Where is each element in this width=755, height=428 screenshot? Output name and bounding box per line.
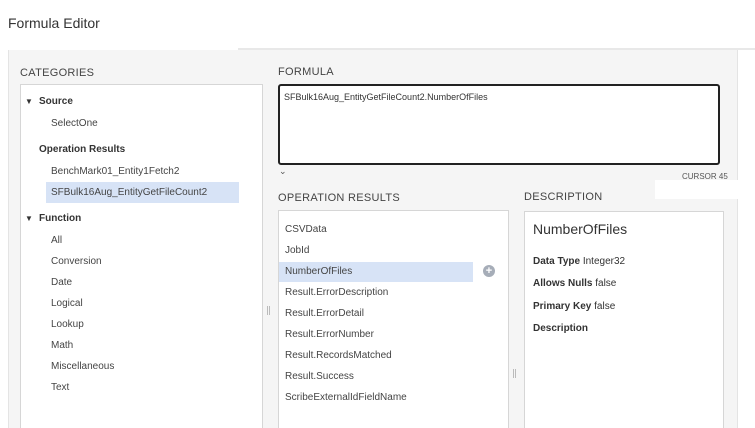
tree-item-math[interactable]: Math bbox=[51, 340, 73, 351]
list-item[interactable]: JobId bbox=[279, 241, 473, 261]
splitter-handle[interactable] bbox=[513, 369, 516, 378]
description-header: DESCRIPTION bbox=[524, 191, 603, 203]
expand-arrow-icon[interactable]: ▼ bbox=[25, 97, 39, 106]
description-label: Description bbox=[533, 323, 589, 334]
primary-key-value: false bbox=[594, 301, 616, 312]
tree-item-miscellaneous[interactable]: Miscellaneous bbox=[51, 361, 114, 372]
list-item[interactable]: ScribeExternalIdFieldName bbox=[279, 388, 473, 408]
operation-results-header: OPERATION RESULTS bbox=[278, 192, 401, 204]
tree-item-selectone[interactable]: SelectOne bbox=[51, 118, 98, 129]
primary-key-row: Primary Key false bbox=[533, 301, 615, 312]
primary-key-label: Primary Key bbox=[533, 301, 592, 312]
allows-nulls-value: false bbox=[595, 278, 617, 289]
tree-group-label: Source bbox=[39, 96, 73, 107]
tree-item-conversion[interactable]: Conversion bbox=[51, 256, 102, 267]
tree-item-logical[interactable]: Logical bbox=[51, 298, 83, 309]
tree-group-label: Function bbox=[39, 213, 82, 224]
list-item[interactable]: Result.RecordsMatched bbox=[279, 346, 473, 366]
categories-header: CATEGORIES bbox=[20, 67, 95, 79]
tree-item-lookup[interactable]: Lookup bbox=[51, 319, 84, 330]
allows-nulls-row: Allows Nulls false bbox=[533, 278, 616, 289]
tree-group-function[interactable]: ▼ Function bbox=[25, 213, 81, 224]
tree-item-benchmark01[interactable]: BenchMark01_Entity1Fetch2 bbox=[51, 166, 179, 177]
plus-circle-icon[interactable]: + bbox=[483, 265, 495, 277]
formula-editor-input[interactable]: SFBulk16Aug_EntityGetFileCount2.NumberOf… bbox=[278, 84, 720, 165]
description-row: Description bbox=[533, 323, 588, 334]
window-title: Formula Editor bbox=[8, 15, 100, 31]
tree-item-text[interactable]: Text bbox=[51, 382, 69, 393]
tree-item-sfbulk16aug[interactable]: SFBulk16Aug_EntityGetFileCount2 bbox=[46, 182, 239, 203]
tree-group-source[interactable]: ▼ Source bbox=[25, 96, 73, 107]
description-panel: NumberOfFiles Data Type Integer32 Allows… bbox=[524, 211, 724, 428]
tree-item-all[interactable]: All bbox=[51, 235, 62, 246]
list-item[interactable]: Result.Success bbox=[279, 367, 473, 387]
chevron-down-icon[interactable]: ⌄ bbox=[279, 166, 287, 177]
list-item-selected[interactable]: NumberOfFiles bbox=[279, 262, 473, 282]
data-type-label: Data Type bbox=[533, 256, 581, 267]
field-name: NumberOfFiles bbox=[533, 221, 628, 237]
data-type-row: Data Type Integer32 bbox=[533, 256, 625, 267]
splitter-handle[interactable] bbox=[267, 306, 270, 315]
list-item[interactable]: CSVData bbox=[279, 220, 473, 240]
expand-arrow-icon[interactable]: ▼ bbox=[25, 214, 39, 223]
categories-panel[interactable]: ▼ Source SelectOne Operation Results Benc… bbox=[20, 84, 263, 428]
formula-header: FORMULA bbox=[278, 66, 334, 78]
list-item[interactable]: Result.ErrorNumber bbox=[279, 325, 473, 345]
list-item[interactable]: Result.ErrorDescription bbox=[279, 283, 473, 303]
title-bar: Formula Editor bbox=[0, 0, 755, 48]
operation-results-list[interactable]: CSVData JobId NumberOfFiles + Result.Err… bbox=[278, 210, 509, 428]
tree-heading-operation-results[interactable]: Operation Results bbox=[39, 144, 125, 155]
formula-text: SFBulk16Aug_EntityGetFileCount2.NumberOf… bbox=[284, 92, 488, 102]
allows-nulls-label: Allows Nulls bbox=[533, 278, 593, 289]
tree-item-date[interactable]: Date bbox=[51, 277, 72, 288]
header-strip bbox=[655, 180, 755, 199]
data-type-value: Integer32 bbox=[582, 256, 626, 267]
list-item[interactable]: Result.ErrorDetail bbox=[279, 304, 473, 324]
